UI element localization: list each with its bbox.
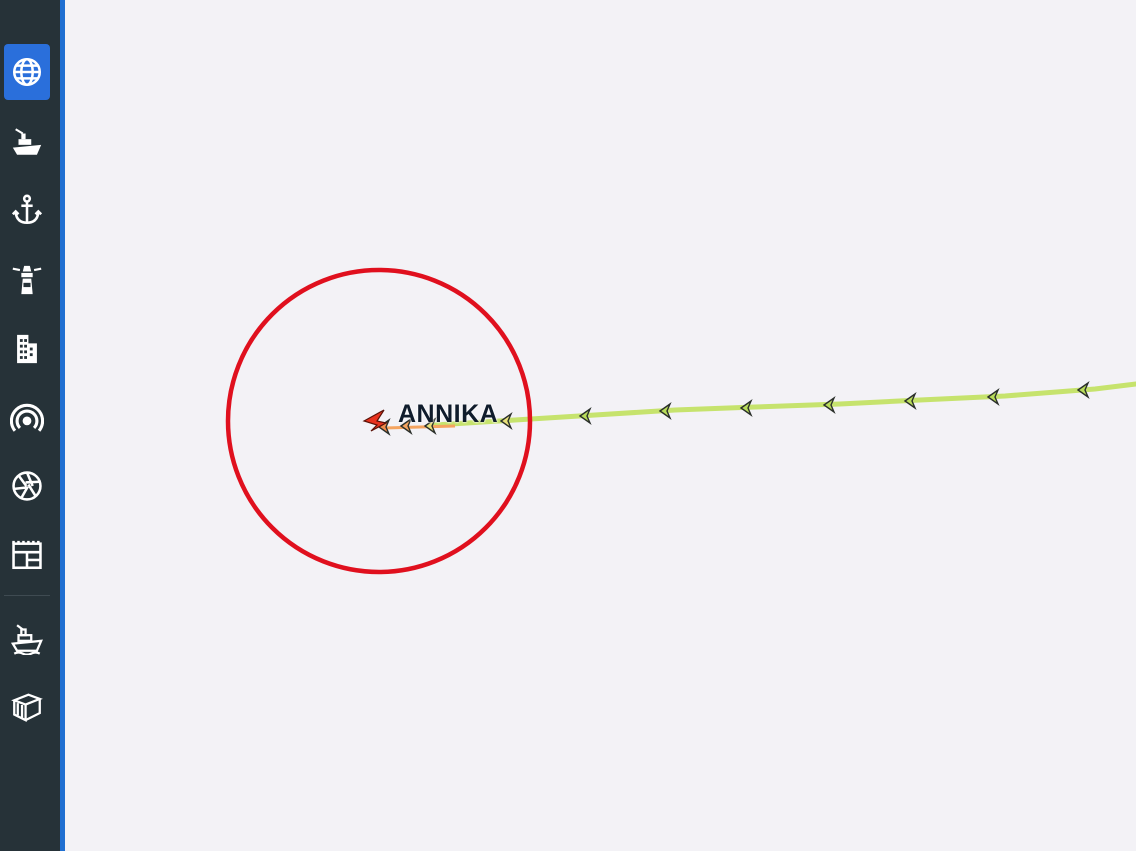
sidebar-item-companies[interactable] <box>4 321 50 377</box>
sidebar-item-photos[interactable] <box>4 458 50 514</box>
lighthouse-icon <box>12 265 42 295</box>
sidebar-item-ports[interactable] <box>4 182 50 238</box>
globe-icon <box>12 57 42 87</box>
ship-fleet-icon <box>10 624 43 655</box>
building-icon <box>17 334 37 364</box>
broadcast-icon <box>10 403 44 432</box>
aperture-icon <box>12 471 42 501</box>
sidebar <box>0 0 60 851</box>
sidebar-item-lighthouses[interactable] <box>4 252 50 308</box>
sidebar-item-ships[interactable] <box>4 114 50 170</box>
sidebar-item-globe[interactable] <box>4 44 50 100</box>
container-icon <box>11 693 43 723</box>
sidebar-item-stations[interactable] <box>4 390 50 446</box>
anchor-icon <box>11 194 43 225</box>
sidebar-item-port-calls[interactable] <box>4 527 50 583</box>
sidebar-item-my-fleet[interactable] <box>4 610 50 666</box>
sidebar-divider <box>4 595 50 596</box>
port-icon <box>12 540 42 570</box>
vessel-name-label[interactable]: ANNIKA <box>398 400 498 429</box>
sidebar-item-cargo[interactable] <box>4 678 50 734</box>
map-canvas[interactable]: ANNIKA <box>65 0 1136 851</box>
map-layer <box>225 267 1136 575</box>
ship-icon <box>12 128 42 155</box>
vessel-track <box>432 381 1136 428</box>
